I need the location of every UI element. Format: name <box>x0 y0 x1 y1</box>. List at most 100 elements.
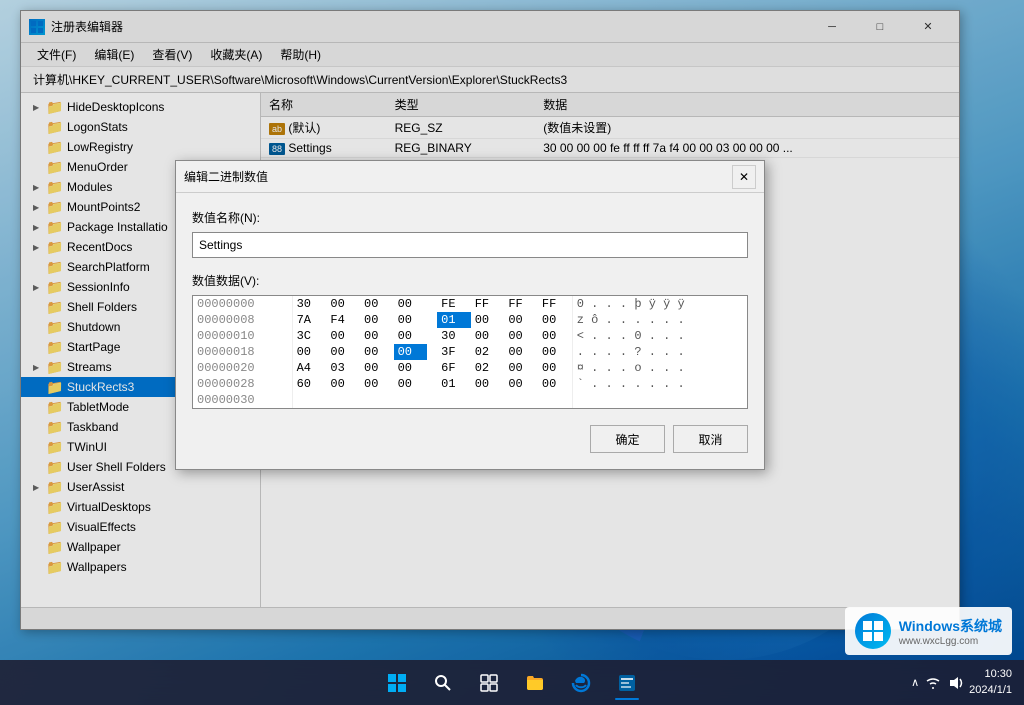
table-row[interactable]: 88 Settings REG_BINARY 30 00 00 00 fe ff… <box>261 139 959 158</box>
hex-row: 00000018000000003F020000. . . . ? . . . <box>193 344 747 360</box>
hex-byte[interactable]: 00 <box>538 312 572 328</box>
dialog-title: 编辑二进制数值 <box>184 168 732 185</box>
hex-row: 000000087AF4000001000000z ô . . . . . . <box>193 312 747 328</box>
search-icon <box>434 674 452 692</box>
hex-byte[interactable]: 00 <box>360 360 394 376</box>
name-input[interactable] <box>192 232 748 258</box>
network-icon <box>925 675 941 691</box>
hex-byte[interactable]: 00 <box>360 312 394 328</box>
hex-byte[interactable]: 02 <box>471 360 505 376</box>
hex-byte[interactable]: 00 <box>504 312 538 328</box>
hex-byte[interactable]: FF <box>538 296 572 312</box>
hex-byte[interactable]: 00 <box>471 376 505 392</box>
hex-byte[interactable]: 3F <box>437 344 471 360</box>
tree-item-virtualdesktops[interactable]: 📁 VirtualDesktops <box>21 497 260 517</box>
tree-item-wallpaper[interactable]: 📁 Wallpaper <box>21 537 260 557</box>
hex-byte[interactable]: 00 <box>326 328 360 344</box>
hex-byte[interactable]: 00 <box>360 296 394 312</box>
hex-byte[interactable]: 02 <box>471 344 505 360</box>
hex-byte[interactable]: 00 <box>360 376 394 392</box>
hex-byte[interactable]: 00 <box>394 328 428 344</box>
hex-byte[interactable]: 00 <box>538 376 572 392</box>
tree-item-userassist[interactable]: ▶ 📁 UserAssist <box>21 477 260 497</box>
close-button[interactable]: ✕ <box>905 15 951 39</box>
hex-byte[interactable]: 30 <box>292 296 326 312</box>
tree-item-visualeffects[interactable]: 📁 VisualEffects <box>21 517 260 537</box>
edge-button[interactable] <box>562 664 600 702</box>
menu-view[interactable]: 查看(V) <box>144 44 200 65</box>
hex-byte[interactable]: 00 <box>504 376 538 392</box>
menu-help[interactable]: 帮助(H) <box>272 44 329 65</box>
hex-byte[interactable]: 00 <box>394 376 428 392</box>
hex-byte[interactable]: 00 <box>326 376 360 392</box>
window-title: 注册表编辑器 <box>51 18 809 35</box>
hex-byte[interactable]: 00 <box>394 360 428 376</box>
hex-byte[interactable]: 00 <box>538 360 572 376</box>
regedit-taskbar-button[interactable] <box>608 664 646 702</box>
hex-byte[interactable]: 6F <box>437 360 471 376</box>
folder-icon: 📁 <box>47 519 63 535</box>
folder-icon: 📁 <box>47 539 63 555</box>
window-controls: ─ □ ✕ <box>809 15 951 39</box>
hex-byte[interactable]: 30 <box>437 328 471 344</box>
hex-byte[interactable]: 00 <box>538 328 572 344</box>
hex-byte[interactable]: 00 <box>504 360 538 376</box>
hex-byte-empty <box>394 392 428 408</box>
folder-icon: 📁 <box>47 159 63 175</box>
hex-byte[interactable]: 00 <box>326 296 360 312</box>
tree-item-hidedesktopicons[interactable]: ▶ 📁 HideDesktopIcons <box>21 97 260 117</box>
windows-logo-icon <box>388 674 406 692</box>
hex-byte[interactable]: 3C <box>292 328 326 344</box>
folder-icon: 📁 <box>47 499 63 515</box>
hex-byte[interactable]: 00 <box>504 328 538 344</box>
taskview-button[interactable] <box>470 664 508 702</box>
ok-button[interactable]: 确定 <box>590 425 665 453</box>
hex-byte[interactable]: 7A <box>292 312 326 328</box>
folder-icon: 📁 <box>47 299 63 315</box>
menu-favorites[interactable]: 收藏夹(A) <box>202 44 270 65</box>
hex-editor[interactable]: 0000000030000000FEFFFFFF0 . . . þ ÿ ÿ ÿ0… <box>192 295 748 409</box>
table-row[interactable]: ab (默认) REG_SZ (数值未设置) <box>261 117 959 139</box>
hex-byte[interactable]: 00 <box>326 344 360 360</box>
hex-byte[interactable]: 01 <box>437 312 471 328</box>
hex-byte[interactable]: 00 <box>504 344 538 360</box>
hex-byte[interactable]: 00 <box>292 344 326 360</box>
hex-byte[interactable]: 00 <box>471 312 505 328</box>
date-display: 2024/1/1 <box>969 683 1012 698</box>
search-button[interactable] <box>424 664 462 702</box>
tree-item-wallpapers[interactable]: 📁 Wallpapers <box>21 557 260 577</box>
hex-byte[interactable]: 00 <box>360 328 394 344</box>
hex-address: 00000030 <box>193 392 292 408</box>
tray-arrow[interactable]: ∧ <box>911 676 919 689</box>
hex-byte[interactable]: A4 <box>292 360 326 376</box>
start-button[interactable] <box>378 664 416 702</box>
hex-byte[interactable]: 60 <box>292 376 326 392</box>
hex-byte[interactable]: 01 <box>437 376 471 392</box>
hex-byte[interactable]: 00 <box>394 312 428 328</box>
maximize-button[interactable]: □ <box>857 15 903 39</box>
tree-item-logonstats[interactable]: 📁 LogonStats <box>21 117 260 137</box>
hex-byte[interactable]: 00 <box>471 328 505 344</box>
tree-item-lowregistry[interactable]: 📁 LowRegistry <box>21 137 260 157</box>
hex-byte[interactable]: 00 <box>538 344 572 360</box>
hex-byte[interactable]: 00 <box>394 344 428 360</box>
minimize-button[interactable]: ─ <box>809 15 855 39</box>
hex-byte[interactable]: FE <box>437 296 471 312</box>
hex-byte[interactable]: 03 <box>326 360 360 376</box>
hex-byte[interactable]: 00 <box>360 344 394 360</box>
hex-byte[interactable]: FF <box>471 296 505 312</box>
menu-edit[interactable]: 编辑(E) <box>86 44 142 65</box>
hex-byte[interactable]: 00 <box>394 296 428 312</box>
explorer-button[interactable] <box>516 664 554 702</box>
hex-byte-empty <box>504 392 538 408</box>
taskview-icon <box>480 674 498 692</box>
cancel-button[interactable]: 取消 <box>673 425 748 453</box>
address-path: 计算机\HKEY_CURRENT_USER\Software\Microsoft… <box>33 71 567 88</box>
menu-file[interactable]: 文件(F) <box>29 44 84 65</box>
expand-arrow: ▶ <box>33 223 45 232</box>
hex-byte[interactable]: F4 <box>326 312 360 328</box>
dialog-close-button[interactable]: ✕ <box>732 165 756 189</box>
hex-byte[interactable]: FF <box>504 296 538 312</box>
expand-arrow: ▶ <box>33 103 45 112</box>
address-bar: 计算机\HKEY_CURRENT_USER\Software\Microsoft… <box>21 67 959 93</box>
